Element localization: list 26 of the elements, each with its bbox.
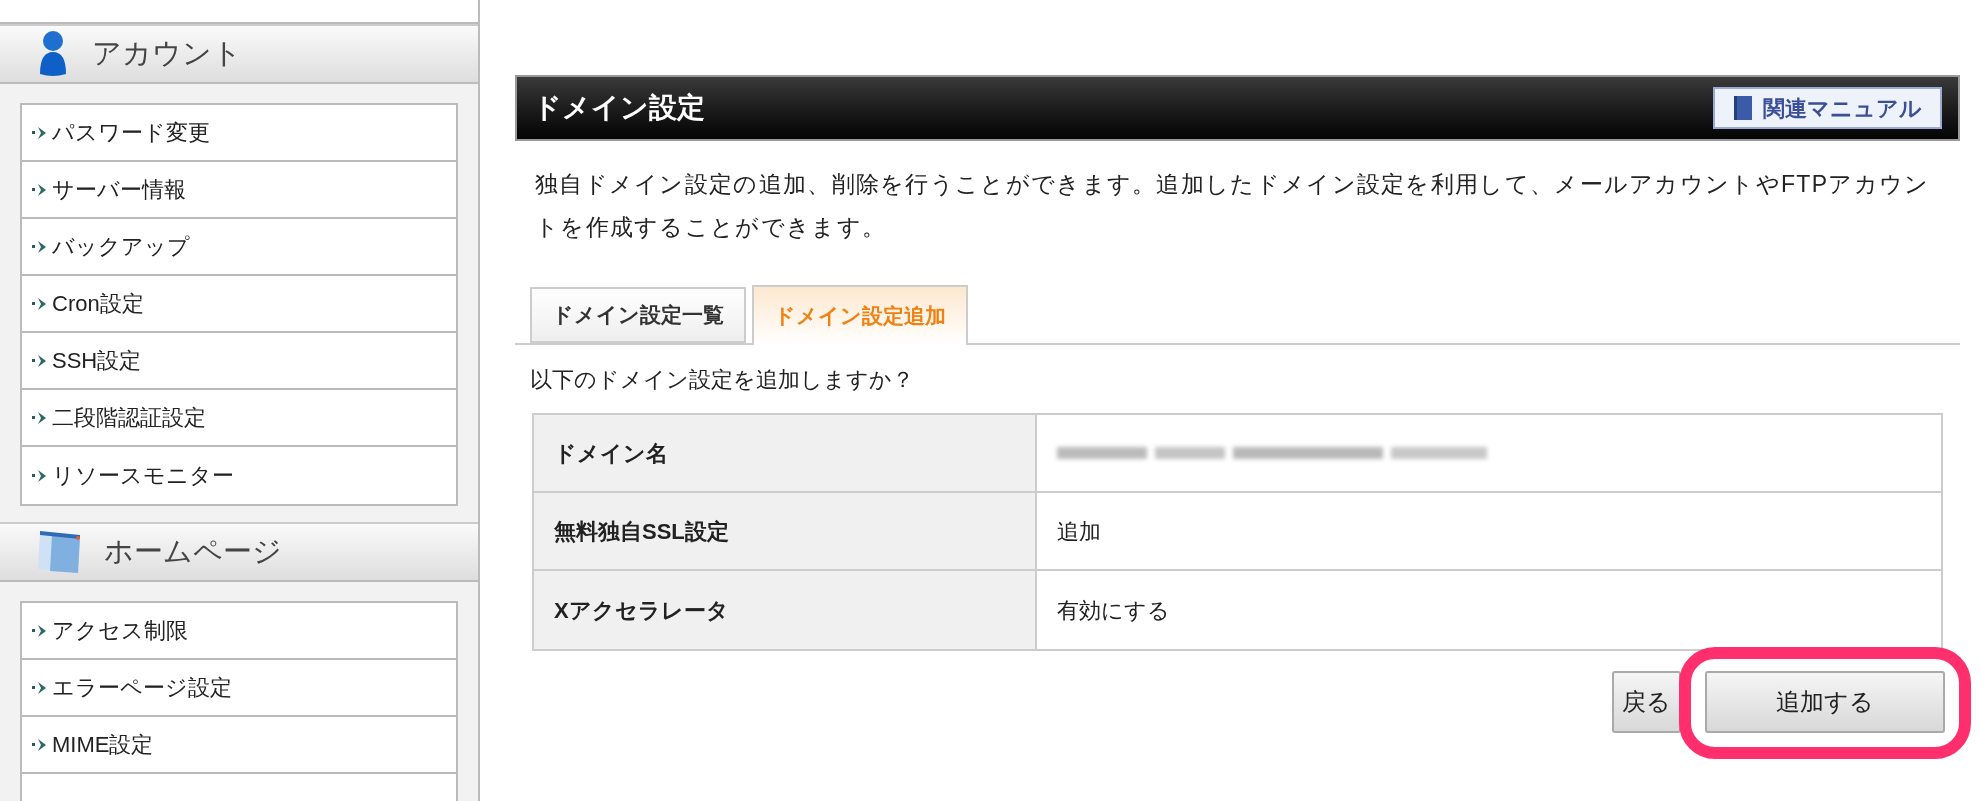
menu-item[interactable]: SSH設定: [22, 333, 456, 390]
description: 独自ドメイン設定の追加、削除を行うことができます。追加したドメイン設定を利用して、メールアカウントやFTPアカウントを作成することができます。: [534, 170, 1931, 242]
menu-item[interactable]: パスワード変更: [22, 105, 456, 162]
section-title: ホームページ: [104, 534, 282, 570]
row-label: ドメイン名: [534, 415, 1037, 491]
manual-button[interactable]: 関連マニュアル: [1713, 87, 1942, 129]
row-value: 有効にする: [1057, 596, 1170, 625]
menu-item[interactable]: Cron設定: [22, 276, 456, 333]
menu-item[interactable]: バックアップ: [22, 219, 456, 276]
menu-item[interactable]: アクセス制限: [22, 603, 456, 660]
confirm-question: 以下のドメイン設定を追加しますか？: [529, 366, 915, 394]
row-label: 無料独自SSL設定: [534, 493, 1037, 569]
action-button[interactable]: 戻る: [1612, 671, 1681, 733]
row-label: Xアクセラレータ: [534, 571, 1037, 649]
action-button[interactable]: 追加する: [1705, 671, 1945, 733]
menu-item[interactable]: 二段階認証設定: [22, 390, 456, 447]
row-value: 追加: [1057, 517, 1101, 546]
window-icon: [36, 529, 82, 575]
book-icon: [1733, 95, 1753, 121]
menu-item[interactable]: エラーページ設定: [22, 660, 456, 717]
tab[interactable]: ドメイン設定一覧: [530, 287, 746, 343]
page-title: ドメイン設定: [533, 91, 705, 125]
menu-item[interactable]: MIME設定: [22, 717, 456, 774]
menu-item[interactable]: リソースモニター: [22, 447, 456, 504]
section-title: アカウント: [92, 36, 242, 72]
menu-item[interactable]: サーバー情報: [22, 162, 456, 219]
